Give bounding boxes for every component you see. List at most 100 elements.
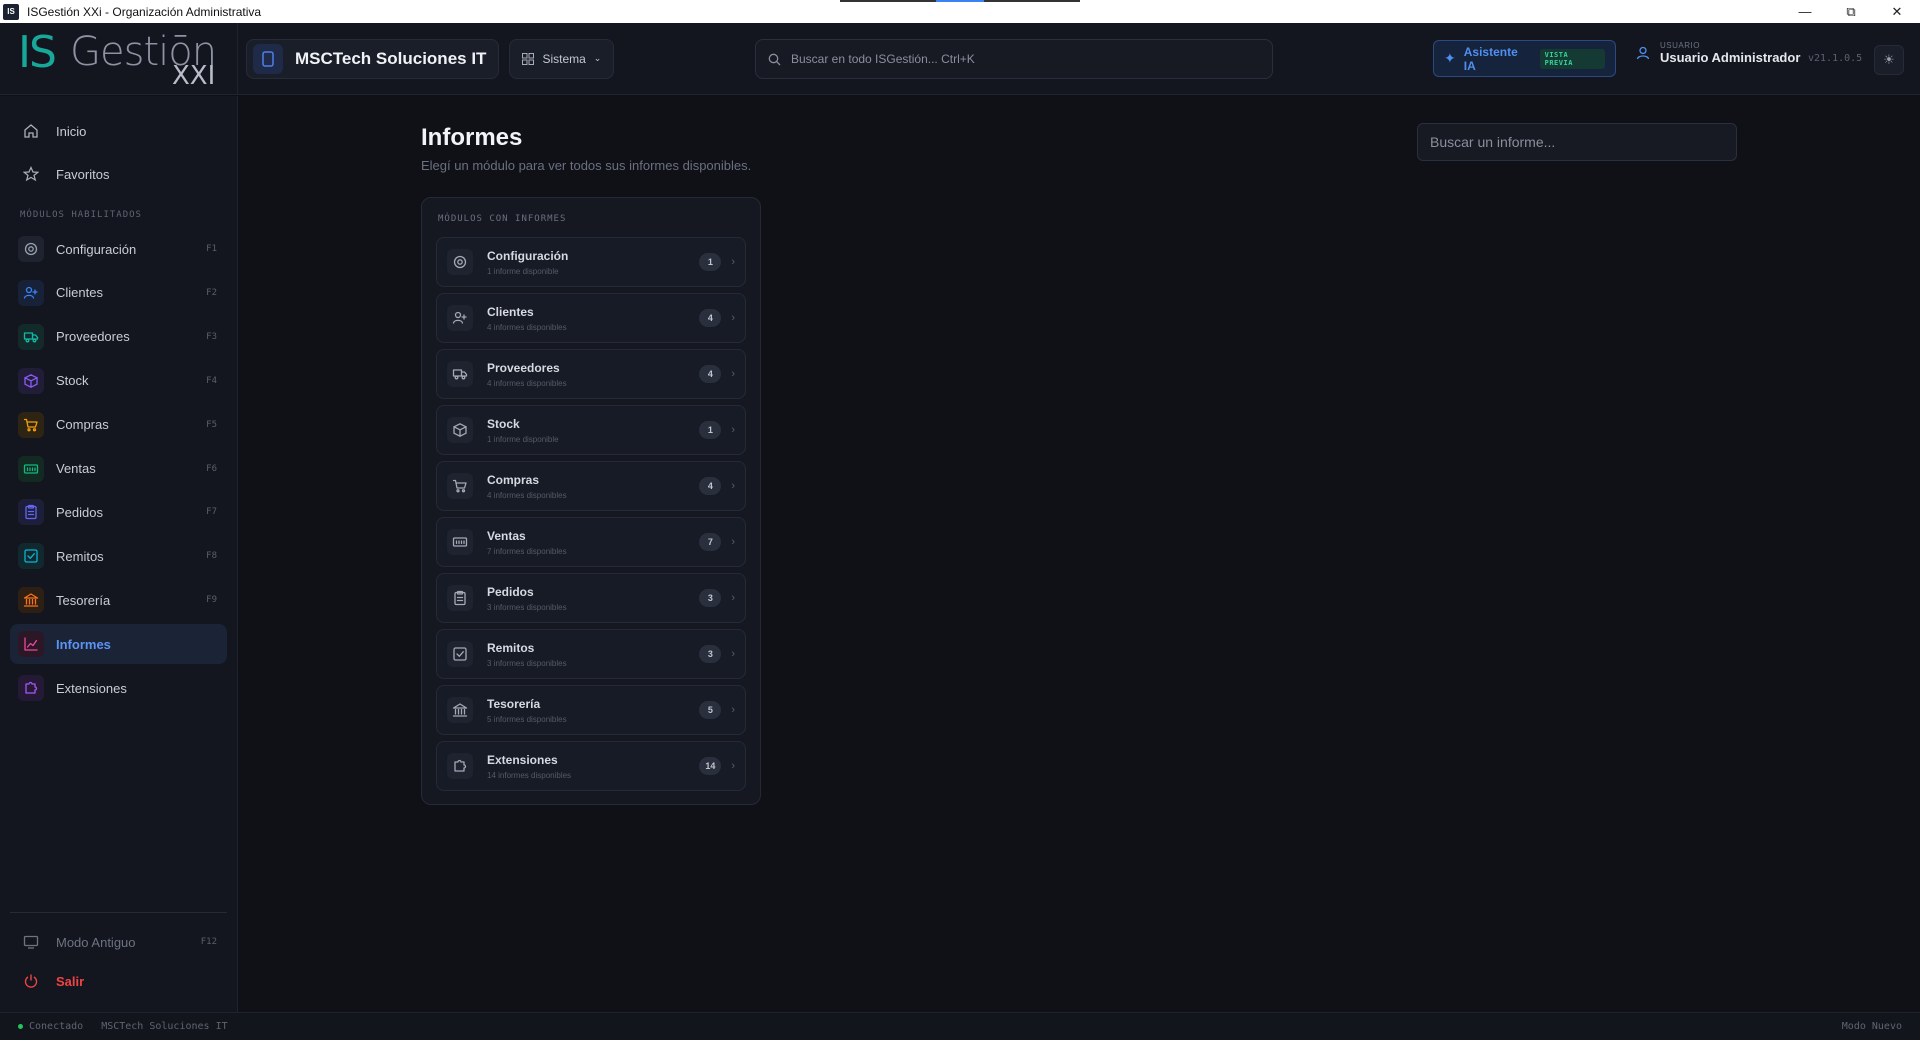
- connection-status-dot: [18, 1024, 23, 1029]
- report-count-badge: 4: [699, 477, 722, 495]
- close-icon[interactable]: ✕: [1874, 0, 1920, 23]
- report-count-badge: 7: [699, 533, 722, 551]
- report-module-desc: 4 informes disponibles: [487, 490, 567, 500]
- report-module-name: Configuración: [487, 248, 569, 263]
- report-module-row[interactable]: Configuración 1 informe disponible 1 ›: [436, 237, 746, 287]
- sidebar-item-stock[interactable]: Stock F4: [10, 361, 227, 401]
- report-module-text: Remitos 3 informes disponibles: [487, 641, 699, 668]
- sidebar-item-informes[interactable]: Informes: [10, 624, 227, 665]
- sidebar-item-extensiones[interactable]: Extensiones: [10, 668, 227, 708]
- sidebar-item-ventas[interactable]: Ventas F6: [10, 449, 227, 489]
- sidebar-item-clientes[interactable]: Clientes F2: [10, 273, 227, 313]
- clipboard-icon: [18, 499, 44, 526]
- sidebar-divider: [10, 912, 227, 913]
- users-icon: [18, 279, 44, 306]
- chevron-right-icon: ›: [731, 592, 735, 604]
- truck-icon: [18, 323, 44, 350]
- logo-is: IS: [18, 26, 57, 78]
- report-module-name: Pedidos: [487, 584, 534, 599]
- cart-icon: [18, 411, 44, 438]
- report-module-row[interactable]: Extensiones 14 informes disponibles 14 ›: [436, 741, 746, 791]
- legacy-mode-shortcut: F12: [200, 937, 217, 947]
- report-count-badge: 4: [699, 309, 722, 327]
- user-menu[interactable]: USUARIO Usuario Administrador: [1636, 41, 1800, 65]
- report-module-row[interactable]: Remitos 3 informes disponibles 3 ›: [436, 629, 746, 679]
- report-count-badge: 14: [699, 757, 722, 775]
- sidebar-item-shortcut: F3: [206, 331, 217, 342]
- connection-status: Conectado: [29, 1021, 84, 1032]
- truck-icon: [447, 361, 473, 387]
- chevron-right-icon: ›: [731, 760, 735, 772]
- bank-icon: [18, 587, 44, 614]
- cart-icon: [447, 473, 473, 499]
- register-icon: [18, 455, 44, 482]
- page-subtitle: Elegí un módulo para ver todos sus infor…: [421, 158, 752, 173]
- box-icon: [447, 417, 473, 443]
- ai-assistant-label: Asistente IA: [1463, 44, 1518, 73]
- check-square-icon: [447, 641, 473, 667]
- report-module-name: Extensiones: [487, 752, 558, 767]
- legacy-mode-button[interactable]: Modo Antiguo F12: [10, 922, 227, 962]
- system-menu-label: Sistema: [542, 51, 586, 66]
- sidebar-item-tesoreria[interactable]: Tesorería F9: [10, 580, 227, 620]
- sidebar-item-inicio[interactable]: Inicio: [10, 111, 227, 151]
- window-tab-indicator: [840, 0, 1080, 2]
- sidebar-item-shortcut: F6: [206, 463, 217, 474]
- report-count-badge: 3: [699, 645, 722, 663]
- report-module-row[interactable]: Tesorería 5 informes disponibles 5 ›: [436, 685, 746, 735]
- report-module-name: Ventas: [487, 528, 526, 543]
- sidebar-item-remitos[interactable]: Remitos F8: [10, 536, 227, 576]
- sidebar-item-favoritos[interactable]: Favoritos: [10, 154, 227, 194]
- sidebar-item-label: Proveedores: [56, 329, 130, 345]
- app-header: IS Gestiōn XXI MSCTech Soluciones IT Sis…: [0, 22, 1920, 95]
- sidebar-item-label: Ventas: [56, 461, 96, 476]
- logo[interactable]: IS Gestiōn XXI: [0, 22, 238, 95]
- gear-icon: [18, 236, 44, 262]
- sidebar-item-proveedores[interactable]: Proveedores F3: [10, 317, 227, 357]
- company-selector[interactable]: MSCTech Soluciones IT: [246, 38, 500, 79]
- home-icon: [18, 118, 44, 144]
- sidebar-item-label: Extensiones: [56, 680, 127, 696]
- restore-icon[interactable]: ⧉: [1828, 0, 1874, 23]
- report-count-badge: 1: [699, 253, 722, 271]
- sidebar-item-shortcut: F4: [206, 375, 217, 386]
- sidebar-item-compras[interactable]: Compras F5: [10, 405, 227, 445]
- ai-assistant-button[interactable]: ✦ Asistente IA VISTA PREVIA: [1433, 40, 1616, 77]
- window-titlebar: IS ISGestión XXi - Organización Administ…: [0, 0, 1920, 23]
- report-module-row[interactable]: Compras 4 informes disponibles 4 ›: [436, 461, 746, 511]
- report-module-row[interactable]: Clientes 4 informes disponibles 4 ›: [436, 293, 746, 343]
- minimize-icon[interactable]: —: [1782, 0, 1828, 23]
- sidebar-item-label: Favoritos: [56, 166, 110, 182]
- report-module-name: Tesorería: [487, 696, 541, 711]
- report-search-input[interactable]: [1417, 123, 1737, 161]
- report-module-name: Remitos: [487, 640, 535, 655]
- system-menu-button[interactable]: Sistema ⌄: [509, 38, 615, 79]
- report-module-text: Ventas 7 informes disponibles: [487, 529, 699, 556]
- exit-button[interactable]: Salir: [10, 961, 227, 1001]
- user-label: USUARIO: [1660, 41, 1700, 50]
- exit-label: Salir: [56, 973, 85, 989]
- chevron-right-icon: ›: [731, 536, 735, 548]
- status-mode: Modo Nuevo: [1841, 1021, 1902, 1032]
- status-company: MSCTech Soluciones IT: [101, 1021, 228, 1032]
- theme-toggle-button[interactable]: ☀: [1874, 45, 1904, 75]
- register-icon: [447, 529, 473, 555]
- report-module-desc: 1 informe disponible: [487, 434, 559, 444]
- sidebar-item-configuracion[interactable]: Configuración F1: [10, 229, 227, 269]
- sidebar-item-shortcut: F7: [206, 507, 217, 518]
- global-search[interactable]: Buscar en todo ISGestión... Ctrl+K: [755, 39, 1273, 79]
- report-module-row[interactable]: Pedidos 3 informes disponibles 3 ›: [436, 573, 746, 623]
- sun-icon: ☀: [1883, 52, 1895, 67]
- preview-badge: VISTA PREVIA: [1539, 48, 1605, 69]
- report-module-row[interactable]: Stock 1 informe disponible 1 ›: [436, 405, 746, 455]
- report-module-desc: 3 informes disponibles: [487, 602, 567, 612]
- report-module-row[interactable]: Proveedores 4 informes disponibles 4 ›: [436, 349, 746, 399]
- panel-title: MÓDULOS CON INFORMES: [438, 214, 567, 224]
- sidebar-item-shortcut: F2: [206, 287, 217, 298]
- sidebar-item-pedidos[interactable]: Pedidos F7: [10, 492, 227, 532]
- report-module-row[interactable]: Ventas 7 informes disponibles 7 ›: [436, 517, 746, 567]
- report-module-desc: 3 informes disponibles: [487, 658, 567, 668]
- sidebar-item-label: Pedidos: [56, 504, 103, 520]
- company-name: MSCTech Soluciones IT: [295, 48, 487, 68]
- chart-line-icon: [18, 631, 44, 658]
